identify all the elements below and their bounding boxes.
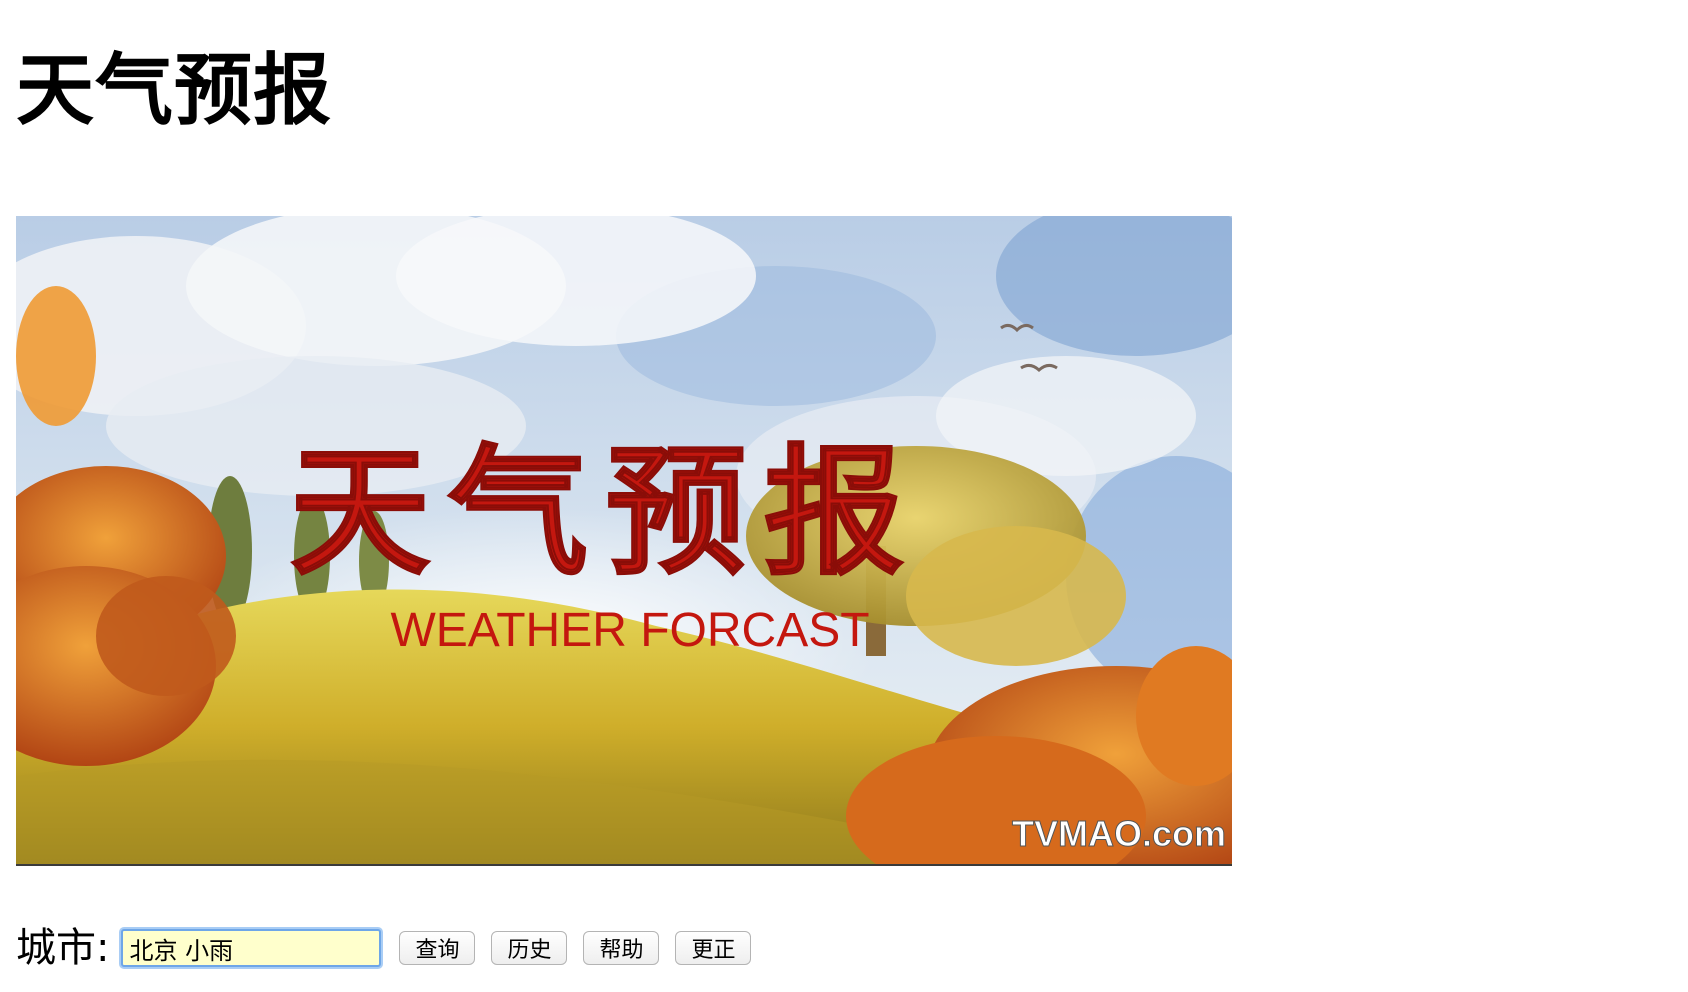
city-input[interactable] <box>121 929 382 967</box>
weather-banner-image: 天气预报 WEATHER FORCAST TVMAO.com <box>16 216 1232 866</box>
history-button[interactable]: 历史 <box>491 931 568 965</box>
page-title: 天气预报 <box>16 46 333 136</box>
banner-title-en: WEATHER FORCAST <box>390 604 869 657</box>
weather-page: 天气预报 天气预报 WEATHER FORCAST TVMAO.com 城市: … <box>0 0 1688 992</box>
help-button[interactable]: 帮助 <box>583 931 660 965</box>
banner-title-cn: 天气预报 <box>290 431 922 595</box>
banner-watermark: TVMAO.com <box>1012 813 1226 854</box>
query-button[interactable]: 查询 <box>399 931 476 965</box>
query-form: 城市: 查询 历史 帮助 更正 <box>16 920 767 976</box>
city-label: 城市: <box>16 925 110 971</box>
banner-illustration: 天气预报 WEATHER FORCAST TVMAO.com <box>16 216 1232 864</box>
correct-button[interactable]: 更正 <box>675 931 752 965</box>
